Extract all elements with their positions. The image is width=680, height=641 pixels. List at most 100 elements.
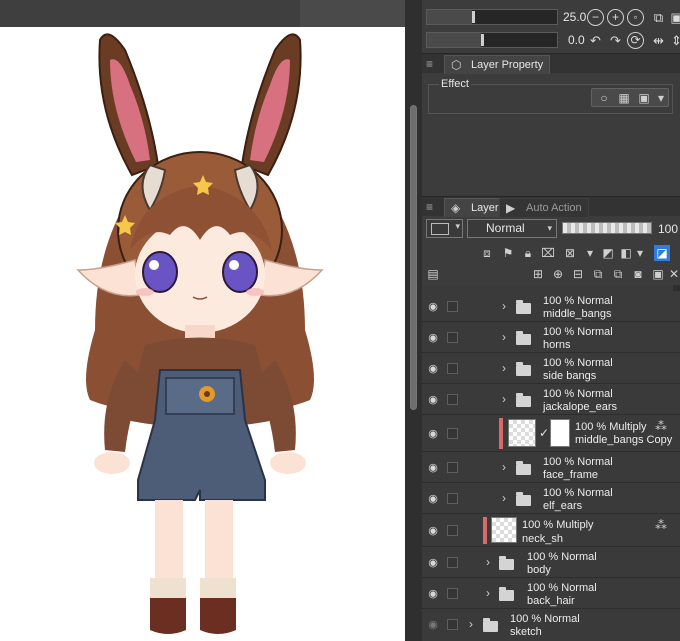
tone-effect-icon[interactable]: ▦ — [616, 90, 632, 106]
eye-icon[interactable]: ◉ — [426, 618, 440, 632]
bunny-ear-left — [98, 33, 160, 177]
layer-lock-checkbox[interactable] — [447, 588, 458, 599]
canvas-size-icon[interactable]: ▣ — [668, 9, 680, 26]
stabilization-slider[interactable] — [426, 32, 558, 48]
chevron-right-icon[interactable]: › — [483, 555, 493, 569]
layer-row[interactable]: ◉ › 100 % Normal face_frame — [422, 452, 680, 483]
layer-row[interactable]: ◉ › 100 % Normal elf_ears — [422, 483, 680, 514]
chevron-right-icon[interactable]: › — [466, 617, 476, 631]
mask-icon[interactable]: ⊠ — [562, 245, 578, 261]
layer-name: back_hair — [527, 595, 575, 607]
menu-icon[interactable]: ≡ — [426, 56, 440, 72]
effect-buttons[interactable]: ○ ▦ ▣ ▾ — [591, 88, 669, 107]
new-raster-layer-icon[interactable]: ⊞ — [530, 266, 546, 282]
layer-row[interactable]: ◉ ✓ 100 % Multiply middle_bangs Copy ⁂ — [422, 415, 680, 452]
chevron-right-icon[interactable]: › — [499, 392, 509, 406]
transfer-down-icon[interactable]: ⧉ — [590, 266, 606, 282]
rotate-right-icon[interactable]: ↷ — [607, 32, 624, 49]
canvas[interactable] — [0, 27, 405, 641]
rotate-left-icon[interactable]: ↶ — [587, 32, 604, 49]
layer-color-icon[interactable]: ▣ — [636, 90, 652, 106]
eye-icon[interactable]: ◉ — [426, 393, 440, 407]
layer-row[interactable]: ◉ 100 % Multiply neck_sh ⁂ — [422, 514, 680, 547]
layer-row[interactable]: ◉ › 100 % Normal body — [422, 547, 680, 578]
layer-mode: 100 % Normal — [543, 456, 613, 468]
eye-icon[interactable]: ◉ — [426, 427, 440, 441]
mask-thumbnail[interactable] — [550, 419, 570, 447]
folder-icon — [516, 393, 531, 407]
merge-down-icon[interactable]: ⧉ — [610, 266, 626, 282]
layer-lock-checkbox[interactable] — [447, 619, 458, 630]
opacity-slider[interactable] — [562, 222, 652, 234]
layer-lock-checkbox[interactable] — [447, 557, 458, 568]
layer-lock-checkbox[interactable] — [447, 428, 458, 439]
layer-lock-checkbox[interactable] — [447, 394, 458, 405]
layer-name: body — [527, 564, 551, 576]
lock-icon[interactable]: 🔒︎ — [520, 245, 536, 261]
chevron-down-icon[interactable]: ▾ — [582, 245, 598, 261]
chevron-right-icon[interactable]: › — [499, 460, 509, 474]
chevron-right-icon[interactable]: › — [483, 586, 493, 600]
layer-color-swatch[interactable]: ▾ — [426, 219, 463, 238]
layer-palette-header: ≡ ◈ Layer ▶ Auto Action — [422, 196, 680, 217]
layer-mode: 100 % Normal — [543, 388, 613, 400]
tab-layer-property[interactable]: ⬡ Layer Property — [444, 55, 551, 74]
new-folder-icon[interactable]: ⊟ — [570, 266, 586, 282]
layer-row[interactable]: ◉ › 100 % Normal horns — [422, 322, 680, 353]
eye-icon[interactable]: ◉ — [426, 461, 440, 475]
chevron-right-icon[interactable]: › — [499, 361, 509, 375]
layer-lock-checkbox[interactable] — [447, 332, 458, 343]
eye-icon[interactable]: ◉ — [426, 300, 440, 314]
layer-row[interactable]: ◉ › 100 % Normal side bangs — [422, 353, 680, 384]
reference-layer-icon[interactable]: ⚑ — [500, 245, 516, 261]
delete-layer-icon[interactable]: ✕ — [666, 266, 680, 282]
eye-icon[interactable]: ◉ — [426, 331, 440, 345]
layer-lock-checkbox[interactable] — [447, 525, 458, 536]
transform-icon[interactable]: ⧉ — [650, 9, 667, 26]
eye-icon[interactable]: ◉ — [426, 524, 440, 538]
brush-preview-icon[interactable]: ◦ — [627, 9, 644, 26]
layer-lock-checkbox[interactable] — [447, 301, 458, 312]
eye-icon[interactable]: ◉ — [426, 587, 440, 601]
tab-auto-action[interactable]: ▶ Auto Action — [499, 198, 589, 217]
layer-color-icon[interactable]: ◪ — [654, 245, 670, 261]
eye-icon[interactable]: ◉ — [426, 362, 440, 376]
chevron-down-icon[interactable]: ▾ — [632, 245, 648, 261]
new-vector-layer-icon[interactable]: ⊕ — [550, 266, 566, 282]
layer-list[interactable]: ◉ › 100 % Normal middle_bangs ◉ › 100 % … — [422, 285, 680, 641]
decrease-icon[interactable]: − — [587, 9, 604, 26]
chevron-right-icon[interactable]: › — [499, 330, 509, 344]
canvas-region[interactable] — [0, 0, 405, 641]
menu-icon[interactable]: ≡ — [426, 199, 440, 215]
reset-rotation-icon[interactable]: ⟳ — [627, 32, 644, 49]
layer-search-icon[interactable]: ▤ — [425, 266, 441, 282]
clip-layer-icon[interactable]: ⧈ — [479, 245, 495, 261]
eye-icon[interactable]: ◉ — [426, 492, 440, 506]
chevron-right-icon[interactable]: › — [499, 491, 509, 505]
ruler-icon[interactable]: ◩ — [600, 245, 616, 261]
apply-mask-icon[interactable]: ▣ — [650, 266, 666, 282]
canvas-scroll-thumb[interactable] — [410, 105, 417, 410]
border-effect-icon[interactable]: ○ — [596, 90, 612, 106]
lock-transparency-icon[interactable]: ⌧ — [540, 245, 556, 261]
bunny-ear-right — [240, 33, 302, 177]
folder-icon — [516, 461, 531, 475]
canvas-vertical-scrollbar[interactable] — [405, 0, 422, 641]
eye-icon[interactable]: ◉ — [426, 556, 440, 570]
brush-size-slider[interactable] — [426, 9, 558, 25]
layer-lock-checkbox[interactable] — [447, 462, 458, 473]
layer-row[interactable]: ◉ › 100 % Normal sketch — [422, 609, 680, 641]
increase-icon[interactable]: + — [607, 9, 624, 26]
layer-lock-checkbox[interactable] — [447, 363, 458, 374]
tab-layer[interactable]: ◈ Layer — [444, 198, 506, 217]
chevron-right-icon[interactable]: › — [499, 299, 509, 313]
chevron-down-icon[interactable]: ▾ — [653, 90, 669, 106]
layer-row[interactable]: ◉ › 100 % Normal middle_bangs — [422, 291, 680, 322]
flip-horizontal-icon[interactable]: ⇹ — [650, 32, 667, 49]
blend-mode-select[interactable]: Normal ▾ — [467, 219, 557, 238]
create-mask-icon[interactable]: ◙ — [630, 266, 646, 282]
layer-row[interactable]: ◉ › 100 % Normal back_hair — [422, 578, 680, 609]
layer-row[interactable]: ◉ › 100 % Normal jackalope_ears — [422, 384, 680, 415]
layer-lock-checkbox[interactable] — [447, 493, 458, 504]
flip-vertical-icon[interactable]: ⇕ — [668, 32, 680, 49]
